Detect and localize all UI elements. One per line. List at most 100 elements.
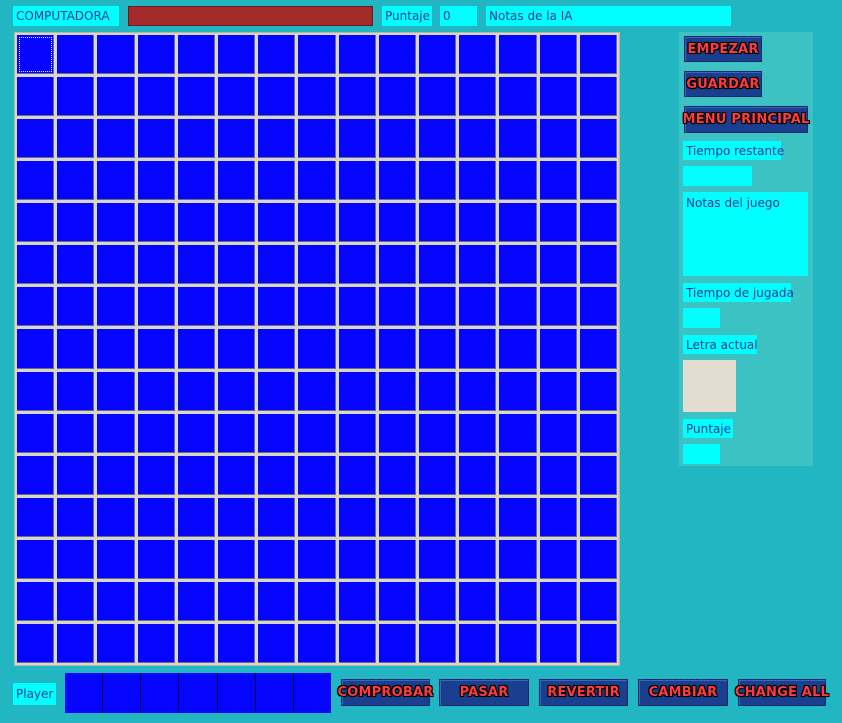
board-cell[interactable] xyxy=(258,287,296,327)
board-cell[interactable] xyxy=(298,287,336,327)
board-cell[interactable] xyxy=(298,497,336,537)
board-cell[interactable] xyxy=(579,623,617,663)
board-cell[interactable] xyxy=(499,539,537,579)
board-cell[interactable] xyxy=(579,497,617,537)
board-cell[interactable] xyxy=(419,371,457,411)
board-cell[interactable] xyxy=(459,329,497,369)
board-cell[interactable] xyxy=(338,455,376,495)
board-cell[interactable] xyxy=(338,203,376,243)
rack-slot[interactable] xyxy=(65,673,104,713)
board-cell[interactable] xyxy=(218,413,256,453)
board-cell[interactable] xyxy=(298,623,336,663)
board-cell[interactable] xyxy=(579,539,617,579)
swap-button[interactable]: CAMBIAR xyxy=(638,679,728,706)
board-cell[interactable] xyxy=(338,329,376,369)
board-cell[interactable] xyxy=(218,455,256,495)
board-cell[interactable] xyxy=(539,35,577,75)
board-cell[interactable] xyxy=(378,455,416,495)
pass-button[interactable]: PASAR xyxy=(439,679,529,706)
board-cell[interactable] xyxy=(539,539,577,579)
board-cell[interactable] xyxy=(97,119,135,159)
board-cell[interactable] xyxy=(177,329,215,369)
revert-button[interactable]: REVERTIR xyxy=(539,679,628,706)
board-cell[interactable] xyxy=(539,371,577,411)
board-cell[interactable] xyxy=(218,203,256,243)
board-cell[interactable] xyxy=(218,119,256,159)
board-cell[interactable] xyxy=(579,413,617,453)
board-cell[interactable] xyxy=(177,497,215,537)
board-cell[interactable] xyxy=(97,161,135,201)
board-cell[interactable] xyxy=(177,287,215,327)
board-cell[interactable] xyxy=(298,371,336,411)
board-cell[interactable] xyxy=(137,161,175,201)
board-cell[interactable] xyxy=(258,35,296,75)
board-cell[interactable] xyxy=(459,161,497,201)
board-cell[interactable] xyxy=(137,497,175,537)
board-cell[interactable] xyxy=(218,623,256,663)
board-cell[interactable] xyxy=(57,581,95,621)
board-cell[interactable] xyxy=(459,203,497,243)
board-cell[interactable] xyxy=(17,161,55,201)
board-cell[interactable] xyxy=(579,77,617,117)
board-cell[interactable] xyxy=(378,539,416,579)
board-cell[interactable] xyxy=(579,35,617,75)
board-cell[interactable] xyxy=(419,497,457,537)
board-cell[interactable] xyxy=(137,245,175,285)
board-cell[interactable] xyxy=(97,539,135,579)
board-cell[interactable] xyxy=(137,623,175,663)
board-cell[interactable] xyxy=(378,413,416,453)
board-cell[interactable] xyxy=(298,413,336,453)
board-cell[interactable] xyxy=(137,539,175,579)
board-cell[interactable] xyxy=(419,455,457,495)
board-cell[interactable] xyxy=(218,371,256,411)
board-cell[interactable] xyxy=(338,413,376,453)
board-cell[interactable] xyxy=(17,371,55,411)
board-cell[interactable] xyxy=(218,581,256,621)
change-all-button[interactable]: CHANGE ALL xyxy=(735,679,829,706)
board-cell[interactable] xyxy=(97,329,135,369)
board-cell[interactable] xyxy=(579,371,617,411)
board-cell[interactable] xyxy=(298,35,336,75)
board-cell[interactable] xyxy=(97,77,135,117)
board-cell[interactable] xyxy=(338,245,376,285)
board-cell[interactable] xyxy=(258,497,296,537)
board-cell[interactable] xyxy=(258,203,296,243)
board-cell[interactable] xyxy=(97,35,135,75)
board-cell[interactable] xyxy=(499,119,537,159)
board-cell[interactable] xyxy=(17,119,55,159)
board-cell[interactable] xyxy=(298,161,336,201)
board-cell[interactable] xyxy=(97,455,135,495)
board-cell[interactable] xyxy=(579,455,617,495)
board-cell[interactable] xyxy=(177,539,215,579)
board-cell[interactable] xyxy=(579,119,617,159)
board-cell[interactable] xyxy=(17,245,55,285)
check-button[interactable]: COMPROBAR xyxy=(338,679,433,706)
board-cell[interactable] xyxy=(57,413,95,453)
board-cell[interactable] xyxy=(338,161,376,201)
board-cell[interactable] xyxy=(419,329,457,369)
board-cell[interactable] xyxy=(298,329,336,369)
board-cell[interactable] xyxy=(17,581,55,621)
board-cell[interactable] xyxy=(17,497,55,537)
board-cell[interactable] xyxy=(57,623,95,663)
board-cell[interactable] xyxy=(137,203,175,243)
board-cell[interactable] xyxy=(298,119,336,159)
board-cell[interactable] xyxy=(579,287,617,327)
board-cell[interactable] xyxy=(298,245,336,285)
board-cell[interactable] xyxy=(218,497,256,537)
board-cell[interactable] xyxy=(57,119,95,159)
main-menu-button[interactable]: MENU PRINCIPAL xyxy=(683,106,809,133)
board-cell[interactable] xyxy=(17,203,55,243)
board-cell[interactable] xyxy=(97,245,135,285)
board-cell[interactable] xyxy=(539,245,577,285)
board-cell[interactable] xyxy=(57,371,95,411)
board-cell[interactable] xyxy=(499,455,537,495)
board-cell[interactable] xyxy=(499,497,537,537)
board-cell[interactable] xyxy=(499,161,537,201)
board-cell[interactable] xyxy=(499,77,537,117)
board-cell[interactable] xyxy=(338,287,376,327)
board-cell[interactable] xyxy=(499,581,537,621)
board-cell[interactable] xyxy=(539,77,577,117)
board-cell[interactable] xyxy=(378,287,416,327)
board-cell[interactable] xyxy=(459,287,497,327)
